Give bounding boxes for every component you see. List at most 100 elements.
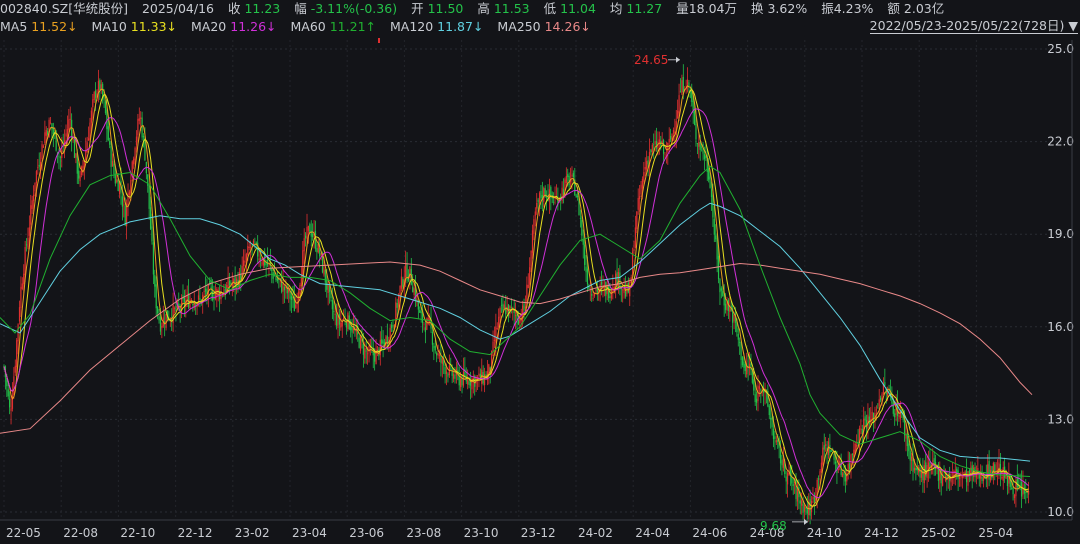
candle-body <box>724 303 727 310</box>
high-price-label: 24.65 <box>634 53 668 67</box>
candle-body <box>197 295 200 300</box>
candle-body <box>651 144 653 153</box>
candle-body <box>343 317 345 320</box>
candle-body <box>137 118 139 136</box>
candle-body <box>345 322 348 328</box>
candle-body <box>733 314 735 322</box>
x-tick-label: 24-12 <box>864 526 899 540</box>
candle-body <box>695 123 697 140</box>
candle-body <box>577 195 579 198</box>
candle-body <box>670 135 672 140</box>
ma5-line <box>3 85 1029 510</box>
candle-body <box>437 353 439 356</box>
kline-chart[interactable]: 25.0 22.0 19.0 16.0 13.0 10.0 22-05 22-08 22-10… <box>0 0 1080 544</box>
candle-body <box>796 488 799 502</box>
candle-body <box>492 341 494 352</box>
candlesticks <box>3 64 1030 525</box>
candle-body <box>595 289 597 291</box>
candle-body <box>444 366 446 375</box>
candle-body <box>358 337 360 348</box>
x-tick-label: 24-06 <box>692 526 727 540</box>
candle-body <box>16 340 18 368</box>
candle-body <box>754 394 756 403</box>
ma120-name: MA120 <box>389 19 434 34</box>
candle-body <box>14 365 16 373</box>
candle-body <box>324 269 326 283</box>
candle-body <box>717 255 720 280</box>
candle-body <box>957 470 959 479</box>
candle-body <box>523 303 525 311</box>
candle-body <box>799 500 801 504</box>
y-tick-label: 22.0 <box>1047 135 1074 149</box>
candle-body <box>405 263 407 278</box>
candle-body <box>71 119 73 138</box>
x-tick-label: 23-02 <box>235 526 270 540</box>
candle-body <box>584 244 586 265</box>
candle-body <box>686 79 689 85</box>
candle-body <box>672 129 675 134</box>
candle-body <box>810 500 813 513</box>
candle-body <box>244 260 246 263</box>
candle-body <box>295 304 297 308</box>
dropdown-icon[interactable]: ▼ <box>1068 18 1078 33</box>
candle-body <box>37 167 39 169</box>
candle-body <box>609 296 611 299</box>
candle-body <box>154 275 156 287</box>
amplitude-value: 4.23% <box>833 1 874 16</box>
candle-body <box>482 372 484 384</box>
stock-code: 002840.SZ[华统股份] <box>0 1 128 16</box>
candle-body <box>565 175 567 183</box>
candle-body <box>643 172 645 182</box>
candle-body <box>133 158 135 165</box>
candle-body <box>152 242 154 275</box>
amount-value: 2.03亿 <box>903 1 945 16</box>
candle-body <box>878 399 880 407</box>
candle-body <box>92 99 94 108</box>
candle-body <box>452 373 455 379</box>
candle-body <box>21 283 23 289</box>
candle-body <box>982 477 985 481</box>
candle-body <box>438 354 441 357</box>
candle-body <box>837 469 839 470</box>
candle-body <box>802 503 804 513</box>
candle-body <box>772 428 775 439</box>
candle-body <box>134 147 136 160</box>
candle-body <box>265 263 267 265</box>
candle-body <box>117 179 119 192</box>
ma5-name: MA5 <box>0 19 28 34</box>
candle-body <box>822 447 824 465</box>
candle-body <box>110 145 112 168</box>
ma20-value: 11.26↓ <box>230 19 277 34</box>
candle-body <box>681 80 683 94</box>
candle-body <box>994 464 996 473</box>
candle-body <box>923 465 925 484</box>
candle-body <box>66 129 69 137</box>
candle-body <box>688 82 690 87</box>
ma250-name: MA250 <box>497 19 541 34</box>
candle-body <box>693 111 696 125</box>
avg-label: 均 <box>609 1 623 16</box>
candle-body <box>530 250 532 267</box>
candle-body <box>407 278 410 281</box>
candle-body <box>121 196 123 207</box>
candle-body <box>93 92 95 100</box>
candle-body <box>1016 477 1018 488</box>
candle-body <box>340 322 342 328</box>
candle-body <box>586 268 589 285</box>
candle-body <box>677 110 679 119</box>
candle-body <box>722 291 724 297</box>
candle-body <box>103 96 105 101</box>
candle-body <box>158 316 160 321</box>
candle-body <box>20 286 22 308</box>
candle-body <box>316 248 318 253</box>
x-tick-label: 22-08 <box>63 526 98 540</box>
candle-body <box>116 179 118 183</box>
date-range-selector[interactable]: 2022/05/23-2025/05/22(728日) ▼ <box>869 18 1078 34</box>
candle-body <box>364 348 366 359</box>
candle-body <box>427 317 429 321</box>
candle-body <box>140 117 142 119</box>
candle-body <box>698 142 700 147</box>
candle-body <box>454 374 456 379</box>
candle-body <box>434 345 436 351</box>
candle-body <box>374 352 376 362</box>
